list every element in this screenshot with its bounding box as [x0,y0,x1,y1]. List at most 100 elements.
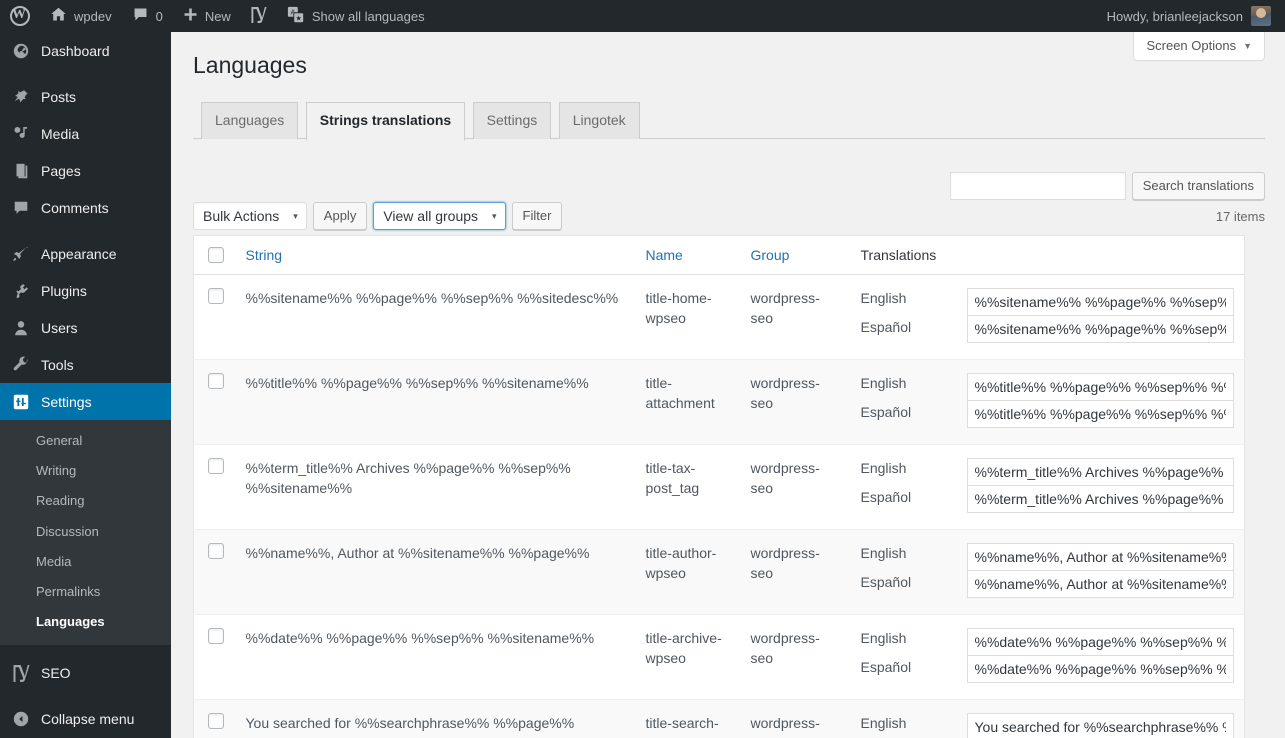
row-select-cell [194,445,236,530]
table-container: String Name Group Translations %%sitenam… [193,235,1245,738]
admin-bar-right: Howdy, brianleejackson [1107,6,1285,26]
table-nav-top: Bulk Actions ▾ Apply View all groups ▾ F… [193,201,1265,231]
submenu-item-discussion[interactable]: Discussion [0,517,171,547]
row-checkbox[interactable] [208,543,224,559]
sidebar-item-appearance[interactable]: Appearance [0,235,171,272]
apply-button[interactable]: Apply [313,202,368,230]
search-box: Search translations [950,172,1265,200]
translation-language-label: English [861,713,967,738]
cell-string: %%title%% %%page%% %%sep%% %%sitename%% [236,360,636,445]
yoast-seo-menu[interactable] [241,0,277,32]
translate-icon: A ★ [287,6,305,27]
select-all-checkbox[interactable] [208,247,224,263]
translations-grid: EnglishEspañol [861,543,1235,601]
translation-language-label: Español [861,572,967,601]
submenu-item-reading[interactable]: Reading [0,486,171,516]
site-name-menu[interactable]: wpdev [40,0,122,32]
collapse-menu-button[interactable]: Collapse menu [0,700,171,737]
sidebar-item-tools[interactable]: Tools [0,346,171,383]
sidebar-item-users[interactable]: Users [0,309,171,346]
translation-input[interactable] [967,485,1235,513]
row-checkbox[interactable] [208,373,224,389]
row-select-cell [194,275,236,360]
translation-language-labels: EnglishEspañol [861,713,967,738]
collapse-arrow-icon [11,709,31,729]
submenu-item-permalinks[interactable]: Permalinks [0,577,171,607]
cell-translations: EnglishEspañol [851,615,1245,700]
sort-string-link[interactable]: String [246,247,283,263]
row-checkbox[interactable] [208,458,224,474]
translation-input[interactable] [967,543,1235,571]
submenu-item-writing[interactable]: Writing [0,456,171,486]
translation-inputs [967,543,1235,601]
tab-strings-translations[interactable]: Strings translations [306,102,465,141]
menu-separator [0,226,171,235]
cell-translations: EnglishEspañol [851,360,1245,445]
submenu-item-languages[interactable]: Languages [0,607,171,637]
pages-icon [11,161,31,181]
row-select-cell [194,360,236,445]
tab-settings[interactable]: Settings [473,102,552,139]
cell-name: title-tax-post_tag [636,445,741,530]
comments-menu[interactable]: 0 [122,0,173,32]
translation-input[interactable] [967,288,1235,316]
translation-input[interactable] [967,400,1235,428]
translation-input[interactable] [967,373,1235,401]
translation-input[interactable] [967,628,1235,656]
sidebar-label: Plugins [41,284,87,298]
sidebar-label: SEO [41,666,71,680]
translation-input[interactable] [967,458,1235,486]
table-row: %%sitename%% %%page%% %%sep%% %%sitedesc… [194,275,1245,360]
brush-icon [11,244,31,264]
table-head: String Name Group Translations [194,236,1245,275]
translation-input[interactable] [967,655,1235,683]
show-all-languages-menu[interactable]: A ★ Show all languages [277,0,435,32]
search-input[interactable] [950,172,1126,200]
sidebar-item-pages[interactable]: Pages [0,152,171,189]
sort-name-link[interactable]: Name [646,247,683,263]
dashboard-icon [11,41,31,61]
screen-options-button[interactable]: Screen Options ▼ [1133,32,1265,61]
comments-icon [11,198,31,218]
cell-translations: EnglishEspañol [851,530,1245,615]
menu-separator [0,645,171,654]
comments-count: 0 [156,9,163,24]
translation-inputs [967,458,1235,516]
sidebar-item-media[interactable]: Media [0,115,171,152]
translation-inputs [967,713,1235,738]
sidebar-item-settings[interactable]: Settings [0,383,171,420]
search-translations-button[interactable]: Search translations [1132,172,1265,200]
cell-string: %%name%%, Author at %%sitename%% %%page%… [236,530,636,615]
nav-tab-wrapper: Languages Strings translations Settings … [193,102,1265,139]
cell-translations: EnglishEspañol [851,275,1245,360]
tab-lingotek[interactable]: Lingotek [559,102,640,139]
translation-input[interactable] [967,713,1235,738]
sidebar-item-posts[interactable]: Posts [0,78,171,115]
group-filter-select[interactable]: View all groups ▾ [373,202,505,230]
sidebar-label: Comments [41,201,109,215]
sidebar-item-plugins[interactable]: Plugins [0,272,171,309]
filter-button[interactable]: Filter [512,202,563,230]
sidebar-item-comments[interactable]: Comments [0,189,171,226]
sidebar-item-dashboard[interactable]: Dashboard [0,32,171,69]
wrench-icon [11,355,31,375]
submenu-item-general[interactable]: General [0,426,171,456]
wp-logo-menu[interactable]: W [0,0,40,32]
submenu-item-media[interactable]: Media [0,547,171,577]
row-checkbox[interactable] [208,713,224,729]
translation-input[interactable] [967,570,1235,598]
sidebar-item-seo[interactable]: SEO [0,654,171,691]
cell-string: You searched for %%searchphrase%% %%page… [236,700,636,738]
sort-group-link[interactable]: Group [751,247,790,263]
my-account-menu[interactable]: Howdy, brianleejackson [1107,6,1285,26]
new-content-menu[interactable]: New [173,0,241,32]
row-checkbox[interactable] [208,288,224,304]
sidebar-label: Posts [41,90,76,104]
translation-input[interactable] [967,315,1235,343]
row-select-cell [194,700,236,738]
bulk-actions-select[interactable]: Bulk Actions ▾ [193,202,307,230]
pin-icon [11,87,31,107]
translations-grid: EnglishEspañol [861,288,1235,346]
row-checkbox[interactable] [208,628,224,644]
tab-languages[interactable]: Languages [201,102,298,139]
